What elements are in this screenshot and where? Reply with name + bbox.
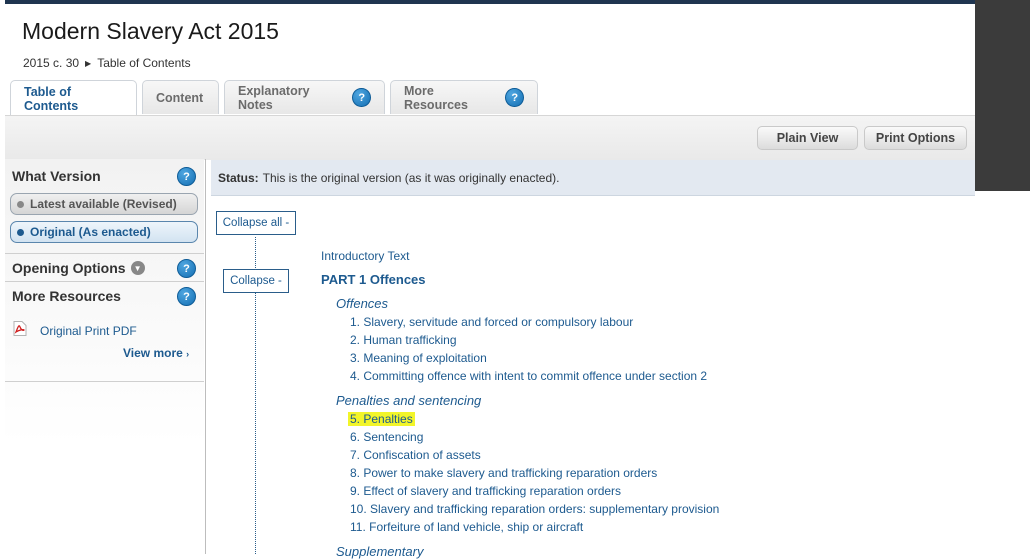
sidebar-divider: [5, 381, 204, 382]
toc-section-9[interactable]: 9. Effect of slavery and trafficking rep…: [350, 484, 621, 498]
toc-section-5[interactable]: 5. Penalties: [348, 412, 415, 426]
more-resources-heading: More Resources: [12, 288, 121, 304]
chevron-right-icon: ›: [186, 349, 190, 359]
status-label: Status:: [218, 170, 259, 185]
radio-dot-icon: [17, 200, 24, 208]
collapse-part-button[interactable]: Collapse -: [223, 269, 289, 293]
help-icon[interactable]: ?: [177, 167, 196, 186]
toolbar: Plain View Print Options: [5, 115, 975, 160]
original-print-pdf-link[interactable]: Original Print PDF: [40, 324, 137, 338]
plain-view-button[interactable]: Plain View: [757, 126, 858, 150]
breadcrumb-current: Table of Contents: [97, 56, 191, 70]
version-original-label: Original (As enacted): [30, 225, 151, 239]
more-resources-label: More Resources: [12, 288, 121, 304]
toc-section-3[interactable]: 3. Meaning of exploitation: [350, 351, 487, 365]
toc-section-6[interactable]: 6. Sentencing: [350, 430, 423, 444]
collapse-all-button[interactable]: Collapse all -: [216, 211, 296, 235]
column-separator: [205, 159, 206, 554]
tab-label: More Resources: [404, 83, 468, 112]
view-more-link[interactable]: View more ›: [123, 346, 189, 360]
opening-options-heading[interactable]: Opening Options ▼: [12, 260, 145, 276]
toc-heading-offences[interactable]: Offences: [336, 296, 388, 311]
toc-section-7[interactable]: 7. Confiscation of assets: [350, 448, 481, 462]
tab-label: Content: [156, 90, 204, 105]
help-icon[interactable]: ?: [352, 88, 371, 107]
toc-section-2[interactable]: 2. Human trafficking: [350, 333, 457, 347]
what-version-heading: What Version: [12, 168, 101, 184]
breadcrumb-citation[interactable]: 2015 c. 30: [23, 56, 79, 70]
toc-section-10[interactable]: 10. Slavery and trafficking reparation o…: [350, 502, 719, 516]
version-original-button[interactable]: Original (As enacted): [10, 221, 198, 243]
tab-more-resources[interactable]: More Resources ?: [390, 80, 538, 114]
toc-section-1[interactable]: 1. Slavery, servitude and forced or comp…: [350, 315, 633, 329]
tab-table-of-contents[interactable]: Table of Contents: [10, 80, 137, 116]
help-icon[interactable]: ?: [177, 259, 196, 278]
toc-section-11[interactable]: 11. Forfeiture of land vehicle, ship or …: [350, 520, 583, 534]
page-title: Modern Slavery Act 2015: [22, 18, 279, 44]
help-icon[interactable]: ?: [505, 88, 524, 107]
tab-content[interactable]: Content: [142, 80, 219, 114]
what-version-label: What Version: [12, 168, 101, 184]
status-text: This is the original version (as it was …: [262, 170, 560, 185]
tab-label: Table of Contents: [24, 84, 79, 113]
toc-part-1[interactable]: PART 1 Offences: [321, 272, 426, 287]
page: Modern Slavery Act 2015 2015 c. 30 ▶ Tab…: [5, 4, 975, 559]
breadcrumb-arrow-icon: ▶: [85, 58, 92, 68]
sidebar: What Version ? Latest available (Revised…: [5, 159, 204, 459]
version-latest-button[interactable]: Latest available (Revised): [10, 193, 198, 215]
toc-heading-supplementary[interactable]: Supplementary: [336, 544, 423, 559]
toc-section-4[interactable]: 4. Committing offence with intent to com…: [350, 369, 707, 383]
print-options-button[interactable]: Print Options: [864, 126, 967, 150]
radio-dot-icon: [17, 228, 24, 236]
toc-introductory-text[interactable]: Introductory Text: [321, 249, 410, 263]
window-edge: [975, 0, 1030, 191]
sidebar-divider: [5, 281, 204, 282]
toc-section-8[interactable]: 8. Power to make slavery and trafficking…: [350, 466, 657, 480]
view-more-label: View more: [123, 346, 183, 360]
help-icon[interactable]: ?: [177, 287, 196, 306]
breadcrumb: 2015 c. 30 ▶ Table of Contents: [23, 56, 191, 70]
opening-options-label: Opening Options: [12, 260, 126, 276]
status-bar: Status: This is the original version (as…: [211, 160, 975, 196]
tab-label: Explanatory Notes: [238, 83, 310, 112]
pdf-icon: [13, 321, 27, 336]
tab-bar: Table of Contents Content Explanatory No…: [10, 80, 538, 116]
version-latest-label: Latest available (Revised): [30, 197, 177, 211]
toc-heading-penalties-and-sentencing[interactable]: Penalties and sentencing: [336, 393, 481, 408]
sidebar-divider: [5, 253, 204, 254]
chevron-down-icon: ▼: [130, 261, 145, 275]
tab-explanatory-notes[interactable]: Explanatory Notes ?: [224, 80, 385, 114]
